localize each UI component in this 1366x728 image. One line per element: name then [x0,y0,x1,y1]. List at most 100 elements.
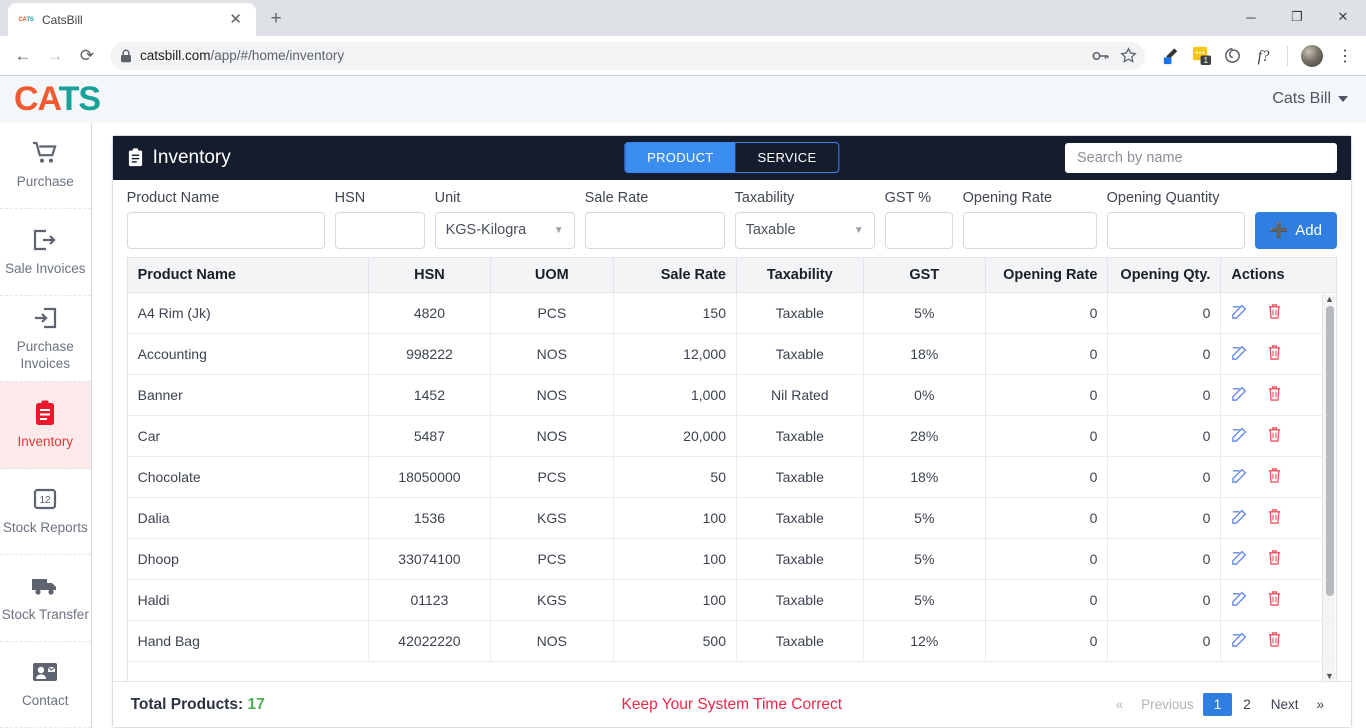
new-tab-button[interactable]: + [262,5,290,33]
edit-pencil-icon[interactable] [1231,508,1248,528]
window-minimize-button[interactable]: ─ [1228,0,1274,34]
trash-icon[interactable] [1267,303,1282,323]
tab-service[interactable]: SERVICE [736,143,839,172]
cell-opening-rate: 0 [985,456,1109,498]
gst-percent-input[interactable] [884,211,953,249]
trash-icon[interactable] [1267,426,1282,446]
svg-text:12: 12 [40,495,52,506]
trash-icon[interactable] [1267,549,1282,569]
panel-header: Inventory PRODUCT SERVICE [112,135,1351,180]
search-input[interactable] [1077,149,1325,166]
browser-tab[interactable]: CA TS CatsBill ✕ [8,3,256,36]
opening-rate-input[interactable] [962,211,1097,249]
cell-opening-qty: 0 [1107,579,1222,621]
sidebar-item-inventory[interactable]: Inventory [0,382,91,469]
trash-icon[interactable] [1267,631,1282,651]
pagination-next[interactable]: Next [1262,693,1308,716]
pagination-last[interactable]: » [1307,693,1333,716]
window-close-button[interactable]: ✕ [1320,0,1366,34]
table-scrollbar[interactable]: ▲ ▼ [1322,293,1335,681]
cell-opening-qty: 0 [1107,620,1222,662]
cell-product-name: Dalia [127,497,369,539]
sidebar-item-purchase-invoices[interactable]: Purchase Invoices [0,296,91,382]
field-label: Sale Rate [584,189,649,206]
opening-quantity-input[interactable] [1106,211,1245,249]
page-title: Inventory [127,147,231,169]
pagination-page-2[interactable]: 2 [1232,693,1262,716]
column-product-name: Product Name [127,257,369,293]
unit-select[interactable]: KGS-Kilogra ▼ [434,211,575,249]
sidebar-item-stock-reports[interactable]: 12 Stock Reports [0,469,91,555]
cell-product-name: Dhoop [127,538,369,580]
cell-sale-rate: 1,000 [613,374,738,416]
field-sale-rate: Sale Rate [584,189,725,249]
product-name-input[interactable] [126,211,325,249]
cell-gst: 0% [863,374,986,416]
cell-hsn: 998222 [368,333,492,375]
browser-toolbar: ← → ⟳ catsbill.com/app/#/home/inventory [0,36,1366,76]
pagination-first[interactable]: « [1107,693,1133,716]
browser-menu-icon[interactable]: ⋮ [1332,46,1358,66]
table-row: Dhoop 33074100 PCS 100 Taxable 5% 0 0 [127,538,1336,580]
total-products: Total Products: 17 [131,696,265,714]
tab-product[interactable]: PRODUCT [625,143,736,172]
forward-icon[interactable]: → [40,41,70,71]
sale-rate-input[interactable] [584,211,725,249]
sidebar-item-purchase[interactable]: Purchase [0,123,91,209]
bookmark-star-icon[interactable] [1120,47,1137,64]
field-opening-quantity: Opening Quantity [1106,190,1245,249]
pagination-page-1[interactable]: 1 [1202,693,1233,716]
scroll-down-icon[interactable]: ▼ [1325,671,1334,681]
back-icon[interactable]: ← [8,41,38,71]
edit-pencil-icon[interactable] [1231,344,1248,364]
function-icon[interactable]: f? [1252,45,1274,67]
profile-avatar[interactable] [1301,44,1323,67]
edit-pencil-icon[interactable] [1231,549,1248,569]
edit-pencil-icon[interactable] [1231,385,1248,405]
spiral-icon[interactable] [1221,45,1243,67]
sidebar-item-stock-transfer[interactable]: Stock Transfer [0,555,91,642]
sidebar-item-contact[interactable]: Contact [0,642,91,728]
add-button[interactable]: ➕ Add [1254,211,1337,249]
trash-icon[interactable] [1267,508,1282,528]
trash-icon[interactable] [1267,467,1282,487]
search-box[interactable] [1065,142,1337,173]
calendar-number-icon: 12 [32,485,58,513]
cell-opening-rate: 0 [985,579,1109,621]
edit-pencil-icon[interactable] [1231,467,1248,487]
column-uom: UOM [490,257,614,293]
table-header-row: Product Name HSN UOM Sale Rate Taxabilit… [127,257,1336,293]
pagination-previous[interactable]: Previous [1132,693,1203,716]
cell-sale-rate: 20,000 [613,415,738,457]
chevron-down-icon [1338,96,1348,103]
tab-close-icon[interactable]: ✕ [225,10,246,29]
address-bar[interactable]: catsbill.com/app/#/home/inventory [110,41,1145,70]
clipboard-icon [33,399,57,427]
edit-pencil-icon[interactable] [1231,631,1248,651]
edit-pencil-icon[interactable] [1231,590,1248,610]
window-maximize-button[interactable]: ❐ [1274,0,1320,34]
cell-gst: 5% [863,538,986,580]
shopping-cart-icon [32,139,58,167]
edit-pencil-icon[interactable] [1231,426,1248,446]
trash-icon[interactable] [1267,344,1282,364]
reload-icon[interactable]: ⟳ [72,41,102,71]
trash-icon[interactable] [1267,590,1282,610]
cell-gst: 12% [863,620,986,662]
scroll-up-icon[interactable]: ▲ [1325,294,1334,304]
hsn-input[interactable] [334,211,425,249]
cell-uom: NOS [490,374,614,416]
eyedropper-icon[interactable] [1159,45,1181,67]
cell-uom: PCS [490,538,614,580]
password-key-icon[interactable] [1092,48,1110,64]
user-menu[interactable]: Cats Bill [1272,90,1348,108]
trash-icon[interactable] [1267,385,1282,405]
sticky-note-icon[interactable]: 1 [1190,45,1212,67]
cell-product-name: Haldi [127,579,369,621]
edit-pencil-icon[interactable] [1231,303,1248,323]
taxability-select[interactable]: Taxable ▼ [734,211,875,249]
cell-opening-qty: 0 [1107,497,1222,539]
sidebar-item-sale-invoices[interactable]: Sale Invoices [0,209,91,296]
cell-uom: NOS [490,620,614,662]
table-scroll-thumb[interactable] [1326,305,1334,596]
